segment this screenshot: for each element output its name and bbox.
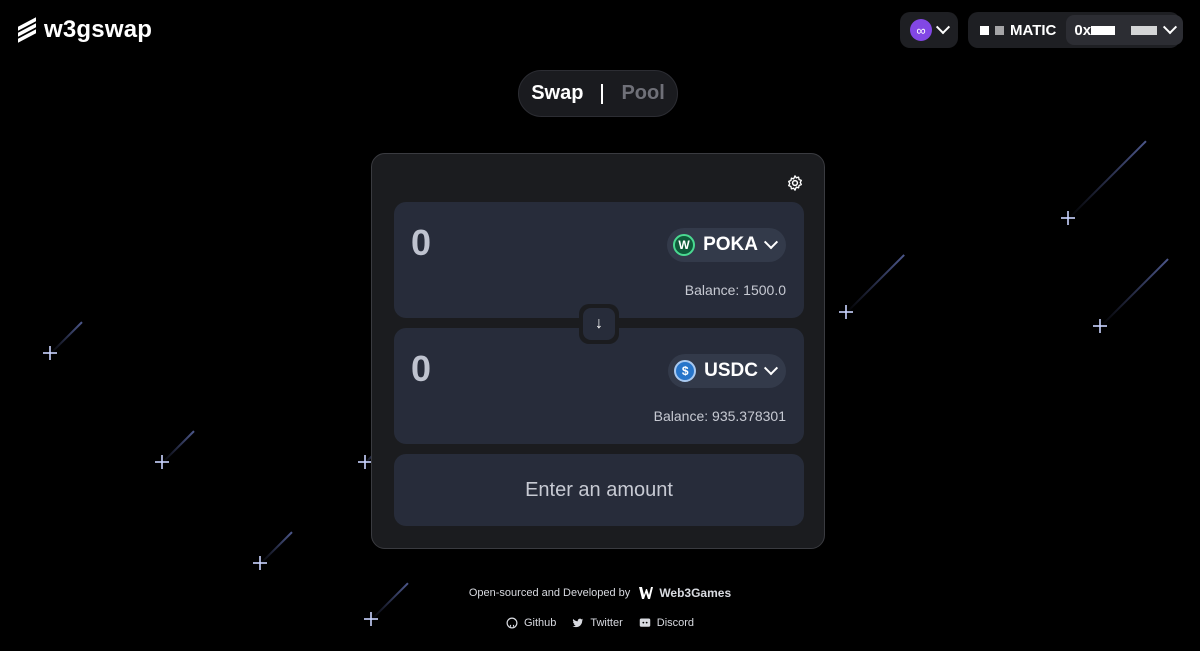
web3games-link[interactable]: Web3Games bbox=[638, 585, 731, 601]
polygon-icon: ∞ bbox=[910, 19, 932, 41]
github-icon bbox=[506, 617, 518, 629]
app-name: w3gswap bbox=[44, 16, 153, 43]
github-label: Github bbox=[523, 617, 557, 629]
from-token-select[interactable]: W POKA bbox=[667, 228, 786, 262]
redacted-balance bbox=[980, 25, 989, 35]
chevron-down-icon bbox=[935, 20, 951, 35]
gear-icon[interactable] bbox=[786, 174, 804, 192]
wallet-button[interactable]: MATIC 0x bbox=[968, 12, 1184, 48]
discord-label: Discord bbox=[656, 617, 695, 629]
twitter-icon bbox=[572, 618, 584, 628]
to-token-symbol: USDC bbox=[704, 360, 758, 381]
swap-card: 0 W POKA Balance: 1500.0 ↓ 0 $ USDC Bala… bbox=[371, 153, 825, 549]
tab-pool[interactable]: Pool bbox=[621, 82, 664, 105]
to-amount-input[interactable]: 0 bbox=[411, 348, 431, 390]
app-logo[interactable]: w3gswap bbox=[18, 16, 152, 44]
poka-token-icon: W bbox=[673, 234, 696, 256]
web3games-logo-icon bbox=[639, 587, 654, 599]
network-selector-button[interactable]: ∞ bbox=[900, 12, 958, 48]
usdc-token-icon: $ bbox=[674, 360, 697, 382]
switch-direction-button[interactable]: ↓ bbox=[579, 304, 619, 344]
redacted-address bbox=[1091, 25, 1116, 35]
twitter-label: Twitter bbox=[590, 617, 623, 629]
brand-name: Web3Games bbox=[659, 586, 732, 600]
to-token-panel: 0 $ USDC Balance: 935.378301 bbox=[394, 328, 804, 444]
tab-divider bbox=[601, 83, 604, 104]
arrow-down-icon: ↓ bbox=[583, 308, 615, 340]
footer-links: Github Twitter Discord bbox=[0, 617, 1200, 629]
from-token-symbol: POKA bbox=[703, 234, 758, 255]
enter-amount-button[interactable]: Enter an amount bbox=[394, 454, 804, 526]
github-link[interactable]: Github bbox=[506, 617, 556, 629]
from-balance: Balance: 1500.0 bbox=[684, 282, 786, 298]
to-token-select[interactable]: $ USDC bbox=[668, 354, 786, 388]
w3gswap-logo-icon bbox=[18, 17, 36, 43]
wallet-address-button[interactable]: 0x bbox=[1066, 15, 1184, 45]
to-balance: Balance: 935.378301 bbox=[653, 408, 786, 424]
currency-label: MATIC bbox=[1010, 21, 1057, 39]
from-amount-input[interactable]: 0 bbox=[411, 222, 431, 264]
discord-link[interactable]: Discord bbox=[639, 617, 694, 629]
wallet-balance: MATIC bbox=[980, 22, 1056, 39]
from-token-panel: 0 W POKA Balance: 1500.0 bbox=[394, 202, 804, 318]
address-prefix: 0x bbox=[1074, 21, 1092, 39]
tab-swap[interactable]: Swap bbox=[531, 82, 583, 105]
swap-pool-tabs: Swap Pool bbox=[518, 70, 678, 117]
discord-icon bbox=[639, 618, 651, 627]
twitter-link[interactable]: Twitter bbox=[572, 617, 623, 629]
chevron-down-icon bbox=[763, 235, 779, 250]
chevron-down-icon bbox=[1163, 20, 1178, 35]
credit-text: Open-sourced and Developed by bbox=[468, 587, 631, 599]
footer-credit: Open-sourced and Developed by Web3Games bbox=[0, 585, 1200, 601]
chevron-down-icon bbox=[763, 361, 779, 376]
